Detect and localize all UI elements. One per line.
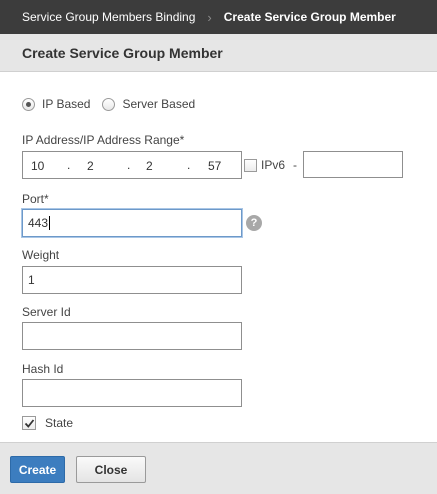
server-id-input[interactable]	[22, 322, 242, 350]
radio-selected-dot	[26, 101, 31, 107]
hash-id-input[interactable]	[22, 379, 242, 407]
port-value: 443	[28, 216, 49, 230]
ip-octet-4[interactable]: 57	[208, 159, 221, 173]
state-checkbox[interactable]	[22, 416, 36, 430]
checkmark-icon	[24, 418, 34, 428]
breadcrumb: Service Group Members Binding › Create S…	[0, 0, 437, 34]
ip-based-radio[interactable]	[22, 97, 35, 111]
ipv6-option: IPv6 -	[244, 158, 297, 172]
ip-dot-separator: .	[187, 158, 191, 172]
state-label[interactable]: State	[45, 416, 73, 430]
text-cursor	[49, 216, 51, 230]
state-option: State	[22, 416, 73, 430]
create-button[interactable]: Create	[10, 456, 65, 483]
page-title: Create Service Group Member	[22, 44, 223, 61]
close-button[interactable]: Close	[76, 456, 146, 483]
ip-range-end-input[interactable]	[303, 151, 403, 178]
breadcrumb-current: Create Service Group Member	[223, 10, 396, 24]
hash-id-label: Hash Id	[22, 362, 64, 376]
ip-octet-3[interactable]: 2	[146, 159, 153, 173]
ipv6-checkbox[interactable]	[244, 158, 257, 172]
port-label: Port*	[22, 192, 49, 206]
server-id-label: Server Id	[22, 305, 71, 319]
range-separator: -	[293, 158, 298, 172]
ip-address-input[interactable]: 10 . 2 . 2 . 57	[22, 151, 242, 179]
weight-input[interactable]: 1	[22, 266, 242, 294]
dialog-header: Create Service Group Member	[0, 34, 437, 72]
weight-value: 1	[28, 273, 35, 287]
ipv6-label[interactable]: IPv6	[261, 158, 285, 172]
ip-address-label: IP Address/IP Address Range*	[22, 133, 185, 147]
help-icon[interactable]: ?	[246, 215, 262, 231]
port-input[interactable]: 443	[22, 209, 242, 237]
mode-radio-group: IP Based Server Based	[22, 97, 207, 111]
ip-octet-2[interactable]: 2	[87, 159, 94, 173]
breadcrumb-parent-link[interactable]: Service Group Members Binding	[22, 10, 195, 24]
chevron-right-icon: ›	[207, 9, 212, 25]
weight-label: Weight	[22, 248, 60, 262]
ip-based-label[interactable]: IP Based	[42, 97, 90, 111]
server-based-radio[interactable]	[102, 97, 116, 111]
ip-dot-separator: .	[67, 158, 71, 172]
ip-dot-separator: .	[127, 158, 131, 172]
ip-octet-1[interactable]: 10	[31, 159, 44, 173]
server-based-label[interactable]: Server Based	[122, 97, 195, 111]
dialog-footer: Create Close	[0, 442, 437, 494]
